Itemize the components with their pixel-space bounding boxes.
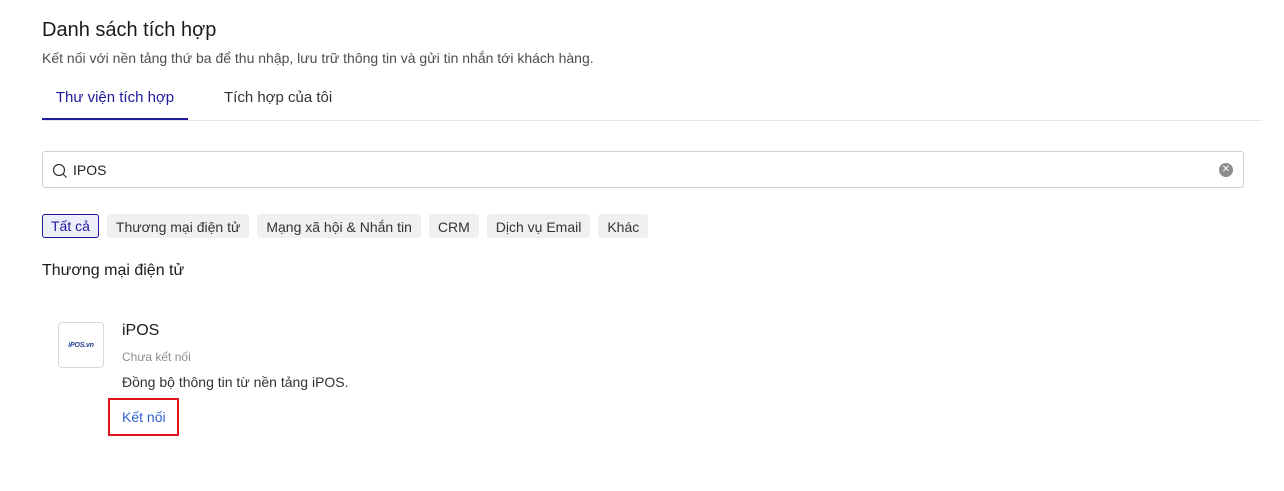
integration-status: Chưa kết nối	[122, 350, 191, 364]
filter-chip-crm[interactable]: CRM	[428, 214, 479, 238]
filter-chip-ecommerce[interactable]: Thương mại điện tử	[106, 214, 250, 238]
connect-button[interactable]: Kết nối	[122, 409, 166, 425]
integration-name: iPOS	[122, 322, 160, 339]
tab-integration-library[interactable]: Thư viện tích hợp	[42, 86, 188, 120]
filter-chip-all[interactable]: Tất cả	[42, 214, 99, 238]
page-description: Kết nối với nền tảng thứ ba để thu nhập,…	[42, 50, 594, 66]
search-icon	[52, 163, 67, 178]
search-box: ✕	[42, 151, 1244, 188]
tab-bar: Thư viện tích hợp Tích hợp của tôi	[42, 86, 1262, 121]
integration-description: Đồng bộ thông tin từ nền tảng iPOS.	[122, 374, 349, 390]
filter-chips: Tất cả Thương mại điện tử Mạng xã hội & …	[42, 214, 649, 238]
tab-my-integrations[interactable]: Tích hợp của tôi	[224, 86, 332, 120]
ipos-logo: iPOS.vn	[58, 322, 104, 368]
filter-chip-email-service[interactable]: Dịch vụ Email	[486, 214, 591, 238]
search-input[interactable]	[73, 152, 1213, 187]
filter-chip-other[interactable]: Khác	[598, 214, 649, 238]
filter-chip-social-messaging[interactable]: Mạng xã hội & Nhắn tin	[257, 214, 421, 238]
page-title: Danh sách tích hợp	[42, 19, 217, 41]
clear-icon[interactable]: ✕	[1219, 163, 1233, 177]
ipos-logo-text: iPOS.vn	[68, 341, 94, 349]
section-title: Thương mại điện tử	[42, 262, 185, 279]
